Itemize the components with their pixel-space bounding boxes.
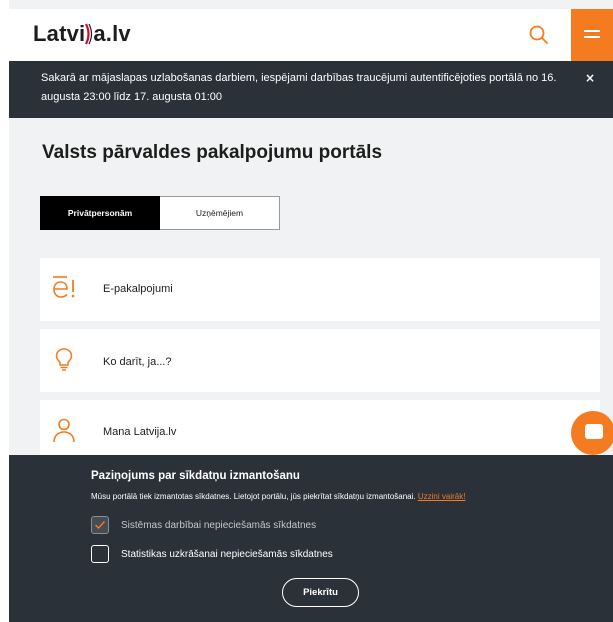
audience-tabs: Privātpersonām Uzņēmējiem [40,196,280,230]
e-services-icon [50,274,78,302]
site-logo[interactable]: Latvi a.lv [33,21,131,47]
card-e-services[interactable]: E-pakalpojumi [40,258,600,321]
tab-businesses[interactable]: Uzņēmējiem [160,196,280,230]
checkmark-icon [95,521,106,530]
cookie-learn-more-link[interactable]: Uzzini vairāk! [418,492,466,501]
card-label: E-pakalpojumi [103,283,173,295]
cookie-title: Paziņojums par sīkdatņu izmantošanu [91,470,300,482]
search-icon [529,25,548,44]
lightbulb-icon [50,345,78,373]
card-what-to-do[interactable]: Ko darīt, ja...? [40,329,600,392]
menu-icon [584,30,600,32]
card-label: Ko darīt, ja...? [103,356,172,368]
necessary-cookies-label: Sistēmas darbībai nepieciešamās sīkdatne… [121,519,317,531]
page-edge [0,0,9,622]
cookie-consent-panel: Paziņojums par sīkdatņu izmantošanu Mūsu… [9,455,613,622]
cookie-option-statistics[interactable]: Statistikas uzkrāšanai nepieciešamās sīk… [91,545,333,563]
user-icon [50,416,78,444]
menu-icon-bar [584,36,600,38]
card-my-latvija[interactable]: Mana Latvija.lv [40,400,600,463]
site-header: Latvi a.lv [9,9,613,61]
tab-private-persons[interactable]: Privātpersonām [40,196,160,230]
logo-mark-icon [85,23,93,45]
chat-button[interactable] [571,411,613,455]
statistics-cookies-checkbox[interactable] [91,545,109,563]
necessary-cookies-checkbox[interactable] [91,516,109,534]
statistics-cookies-label: Statistikas uzkrāšanai nepieciešamās sīk… [121,548,333,560]
card-label: Mana Latvija.lv [103,426,177,438]
maintenance-notice: Sakarā ar mājaslapas uzlabošanas darbiem… [9,61,613,118]
cookie-text: Mūsu portālā tiek izmantotas sīkdatnes. … [91,492,465,501]
accept-cookies-button[interactable]: Piekrītu [282,578,359,607]
notice-close-button[interactable]: × [585,71,595,85]
menu-button[interactable] [571,9,613,61]
search-button[interactable] [527,23,551,47]
cookie-description: Mūsu portālā tiek izmantotas sīkdatnes. … [91,492,416,501]
logo-text-right: a.lv [93,21,131,46]
logo-text-left: Latvi [33,21,86,46]
page-title: Valsts pārvaldes pakalpojumu portāls [42,142,383,163]
chat-icon [585,424,603,439]
notice-text: Sakarā ar mājaslapas uzlabošanas darbiem… [41,72,557,103]
cookie-option-necessary[interactable]: Sistēmas darbībai nepieciešamās sīkdatne… [91,516,316,534]
